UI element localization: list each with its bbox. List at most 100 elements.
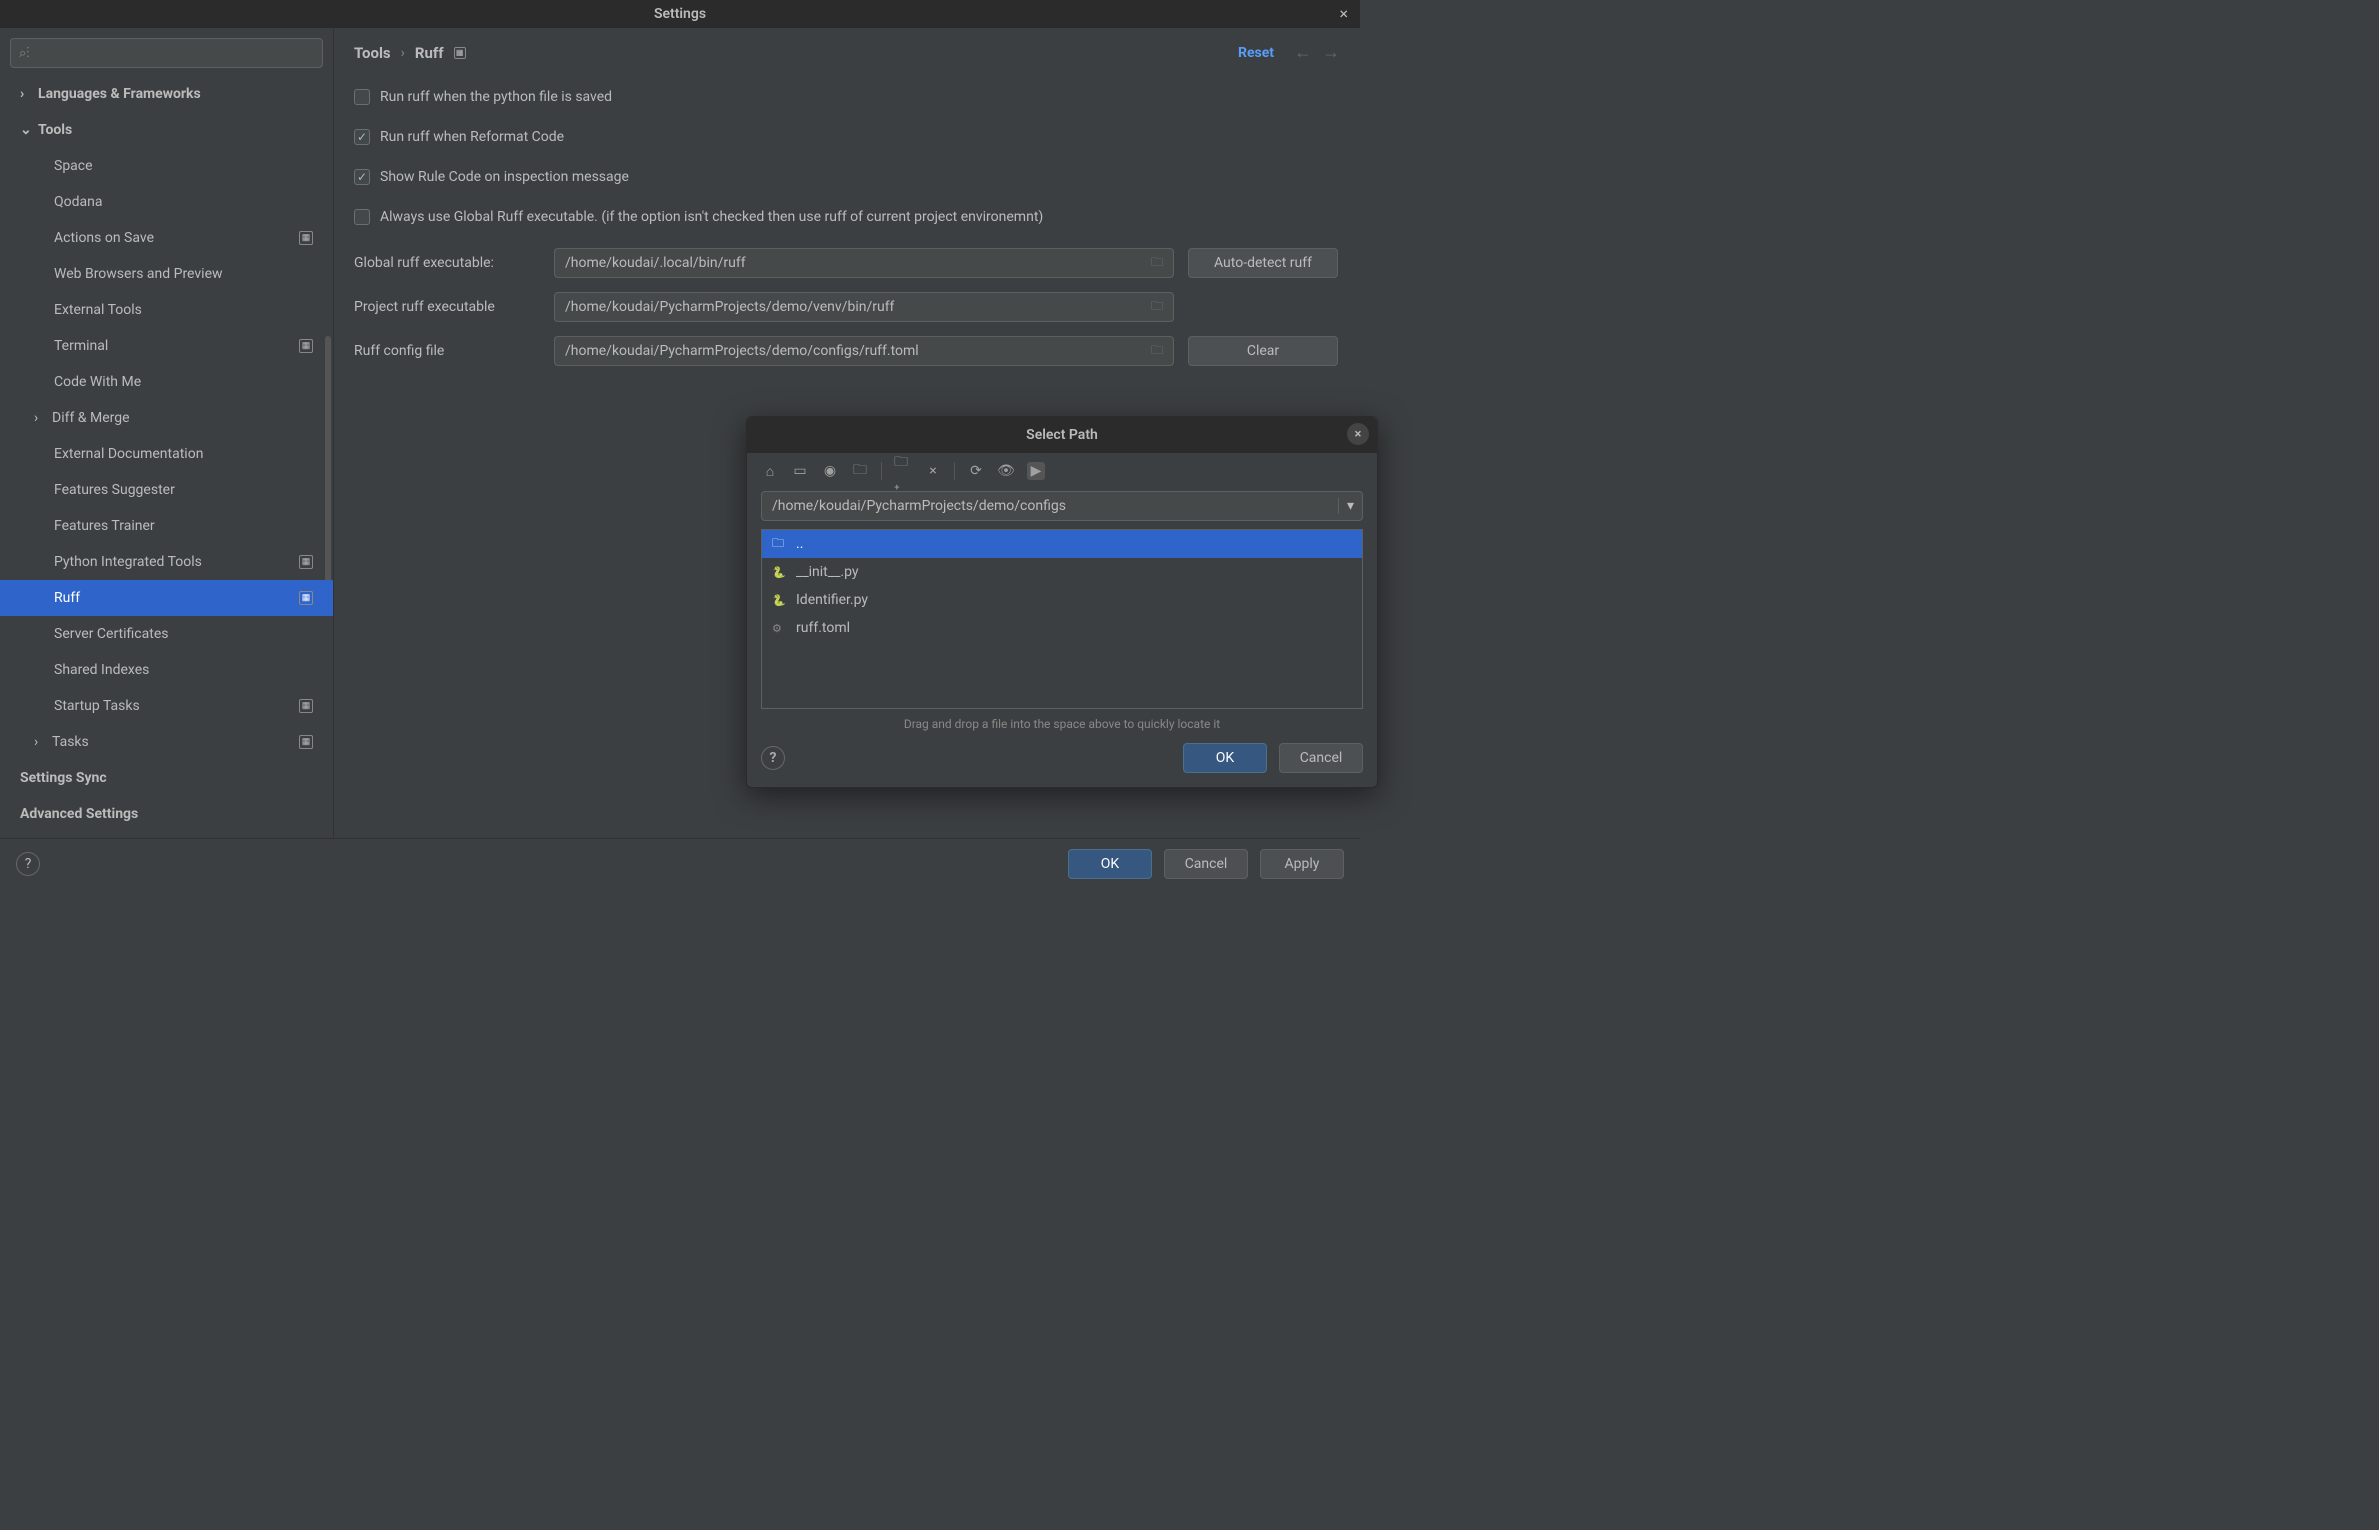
sidebar-item-external-tools[interactable]: External Tools [0, 292, 333, 328]
cancel-button[interactable]: Cancel [1164, 849, 1248, 879]
chevron-icon: ⌄ [20, 122, 34, 138]
sidebar-item-space[interactable]: Space [0, 148, 333, 184]
file-list[interactable]: 🗀..🐍__init__.py🐍Identifier.py⚙ruff.toml [761, 529, 1363, 709]
back-icon[interactable]: ← [1294, 42, 1312, 63]
checkbox[interactable] [354, 169, 370, 185]
desktop-icon[interactable]: ▭ [791, 462, 809, 480]
dialog-titlebar: Select Path × [747, 417, 1377, 453]
project-exec-input[interactable]: /home/koudai/PycharmProjects/demo/venv/b… [554, 292, 1174, 322]
sidebar-item-external-documentation[interactable]: External Documentation [0, 436, 333, 472]
hint-text: Drag and drop a file into the space abov… [747, 709, 1377, 743]
folder-icon[interactable]: 🗀 [1151, 297, 1163, 318]
badge-icon: ▦ [299, 699, 313, 713]
sidebar-item-server-certificates[interactable]: Server Certificates [0, 616, 333, 652]
folder-icon[interactable]: 🗀 [1151, 253, 1163, 274]
chevron-right-icon: › [401, 45, 405, 61]
sidebar-item-web-browsers-and-preview[interactable]: Web Browsers and Preview [0, 256, 333, 292]
project-icon[interactable]: ◉ [821, 462, 839, 480]
breadcrumb-root[interactable]: Tools [354, 44, 391, 62]
sidebar-item-label: Startup Tasks [54, 698, 140, 714]
separator [881, 462, 882, 480]
sidebar-item-label: Web Browsers and Preview [54, 266, 223, 282]
sidebar-item-code-with-me[interactable]: Code With Me [0, 364, 333, 400]
sidebar-item-qodana[interactable]: Qodana [0, 184, 333, 220]
dropdown-icon[interactable]: ▾ [1338, 498, 1362, 514]
sidebar-item-label: Diff & Merge [52, 410, 130, 426]
file-row[interactable]: 🐍__init__.py [762, 558, 1362, 586]
field-label: Project ruff executable [354, 299, 540, 315]
cancel-button[interactable]: Cancel [1279, 743, 1363, 773]
bottom-bar: ? OK Cancel Apply [0, 838, 1360, 888]
sidebar-item-python-integrated-tools[interactable]: Python Integrated Tools▦ [0, 544, 333, 580]
sidebar-item-label: Features Suggester [54, 482, 175, 498]
home-icon[interactable]: ⌂ [761, 462, 779, 480]
help-icon[interactable]: ? [761, 746, 785, 770]
sidebar-item-label: Settings Sync [20, 770, 107, 786]
file-row[interactable]: ⚙ruff.toml [762, 614, 1362, 642]
new-folder-icon[interactable]: 🗀₊ [894, 462, 912, 480]
content: ⌕⁝ ›Languages & Frameworks⌄ToolsSpaceQod… [0, 28, 1360, 838]
badge-icon: ▦ [299, 555, 313, 569]
close-icon[interactable]: × [1347, 423, 1369, 445]
config-file-input[interactable]: /home/koudai/PycharmProjects/demo/config… [554, 336, 1174, 366]
refresh-icon[interactable]: ⟳ [967, 462, 985, 480]
apply-button[interactable]: Apply [1260, 849, 1344, 879]
file-row[interactable]: 🐍Identifier.py [762, 586, 1362, 614]
option-run-on-save[interactable]: Run ruff when the python file is saved [354, 77, 1340, 117]
delete-icon[interactable]: × [924, 462, 942, 480]
nav-arrows: ← → [1294, 42, 1340, 63]
toggle-tree-icon[interactable]: ▶ [1027, 462, 1045, 480]
show-hidden-icon[interactable]: 👁 [997, 462, 1015, 480]
option-always-global[interactable]: Always use Global Ruff executable. (if t… [354, 197, 1340, 237]
folder-icon: 🗀 [772, 534, 788, 555]
path-input[interactable]: /home/koudai/PycharmProjects/demo/config… [761, 491, 1363, 521]
help-icon[interactable]: ? [16, 852, 40, 876]
sidebar-item-label: Ruff [54, 590, 80, 606]
sidebar-item-label: Space [54, 158, 93, 174]
global-exec-input[interactable]: /home/koudai/.local/bin/ruff 🗀 [554, 248, 1174, 278]
sidebar-item-label: Tasks [52, 734, 89, 750]
sidebar-item-terminal[interactable]: Terminal▦ [0, 328, 333, 364]
field-label: Ruff config file [354, 343, 540, 359]
chevron-icon: › [20, 86, 34, 102]
reset-button[interactable]: Reset [1238, 45, 1274, 61]
sidebar-item-shared-indexes[interactable]: Shared Indexes [0, 652, 333, 688]
sidebar-item-tasks[interactable]: ›Tasks▦ [0, 724, 333, 760]
clear-button[interactable]: Clear [1188, 336, 1338, 366]
option-label: Show Rule Code on inspection message [380, 169, 629, 185]
folder-icon[interactable]: 🗀 [1151, 341, 1163, 362]
sidebar-item-features-trainer[interactable]: Features Trainer [0, 508, 333, 544]
sidebar-item-label: Terminal [54, 338, 108, 354]
sidebar-item-features-suggester[interactable]: Features Suggester [0, 472, 333, 508]
sidebar-item-settings-sync[interactable]: Settings Sync [0, 760, 333, 796]
config-icon: ⚙ [772, 622, 788, 635]
sidebar-item-startup-tasks[interactable]: Startup Tasks ▦ [0, 688, 333, 724]
main-panel: Tools › Ruff ▦ Reset ← → Run ruff when t… [334, 28, 1360, 838]
close-icon[interactable]: × [1339, 4, 1348, 23]
file-row[interactable]: 🗀.. [762, 530, 1362, 558]
sidebar-item-ruff[interactable]: Ruff▦ [0, 580, 333, 616]
sidebar-item-actions-on-save[interactable]: Actions on Save▦ [0, 220, 333, 256]
checkbox[interactable] [354, 129, 370, 145]
auto-detect-button[interactable]: Auto-detect ruff [1188, 248, 1338, 278]
sidebar-item-tools[interactable]: ⌄Tools [0, 112, 333, 148]
sidebar-item-languages-frameworks[interactable]: ›Languages & Frameworks [0, 76, 333, 112]
sidebar-item-label: External Documentation [54, 446, 203, 462]
badge-icon: ▦ [299, 735, 313, 749]
titlebar: Settings × [0, 0, 1360, 28]
sidebar: ⌕⁝ ›Languages & Frameworks⌄Tools Space Qod… [0, 28, 334, 838]
search-icon: ⌕⁝ [19, 46, 30, 61]
option-run-on-reformat[interactable]: Run ruff when Reformat Code [354, 117, 1340, 157]
path-value: /home/koudai/PycharmProjects/demo/config… [762, 498, 1338, 514]
sidebar-item-advanced-settings[interactable]: Advanced Settings [0, 796, 333, 832]
row-project-exec: Project ruff executable /home/koudai/Pyc… [354, 289, 1340, 325]
forward-icon[interactable]: → [1322, 42, 1340, 63]
checkbox[interactable] [354, 89, 370, 105]
sidebar-item-diff-merge[interactable]: ›Diff & Merge [0, 400, 333, 436]
ok-button[interactable]: OK [1068, 849, 1152, 879]
module-icon[interactable]: 🗀 [851, 462, 869, 480]
option-show-rule-code[interactable]: Show Rule Code on inspection message [354, 157, 1340, 197]
ok-button[interactable]: OK [1183, 743, 1267, 773]
checkbox[interactable] [354, 209, 370, 225]
search-input[interactable]: ⌕⁝ [10, 38, 323, 68]
